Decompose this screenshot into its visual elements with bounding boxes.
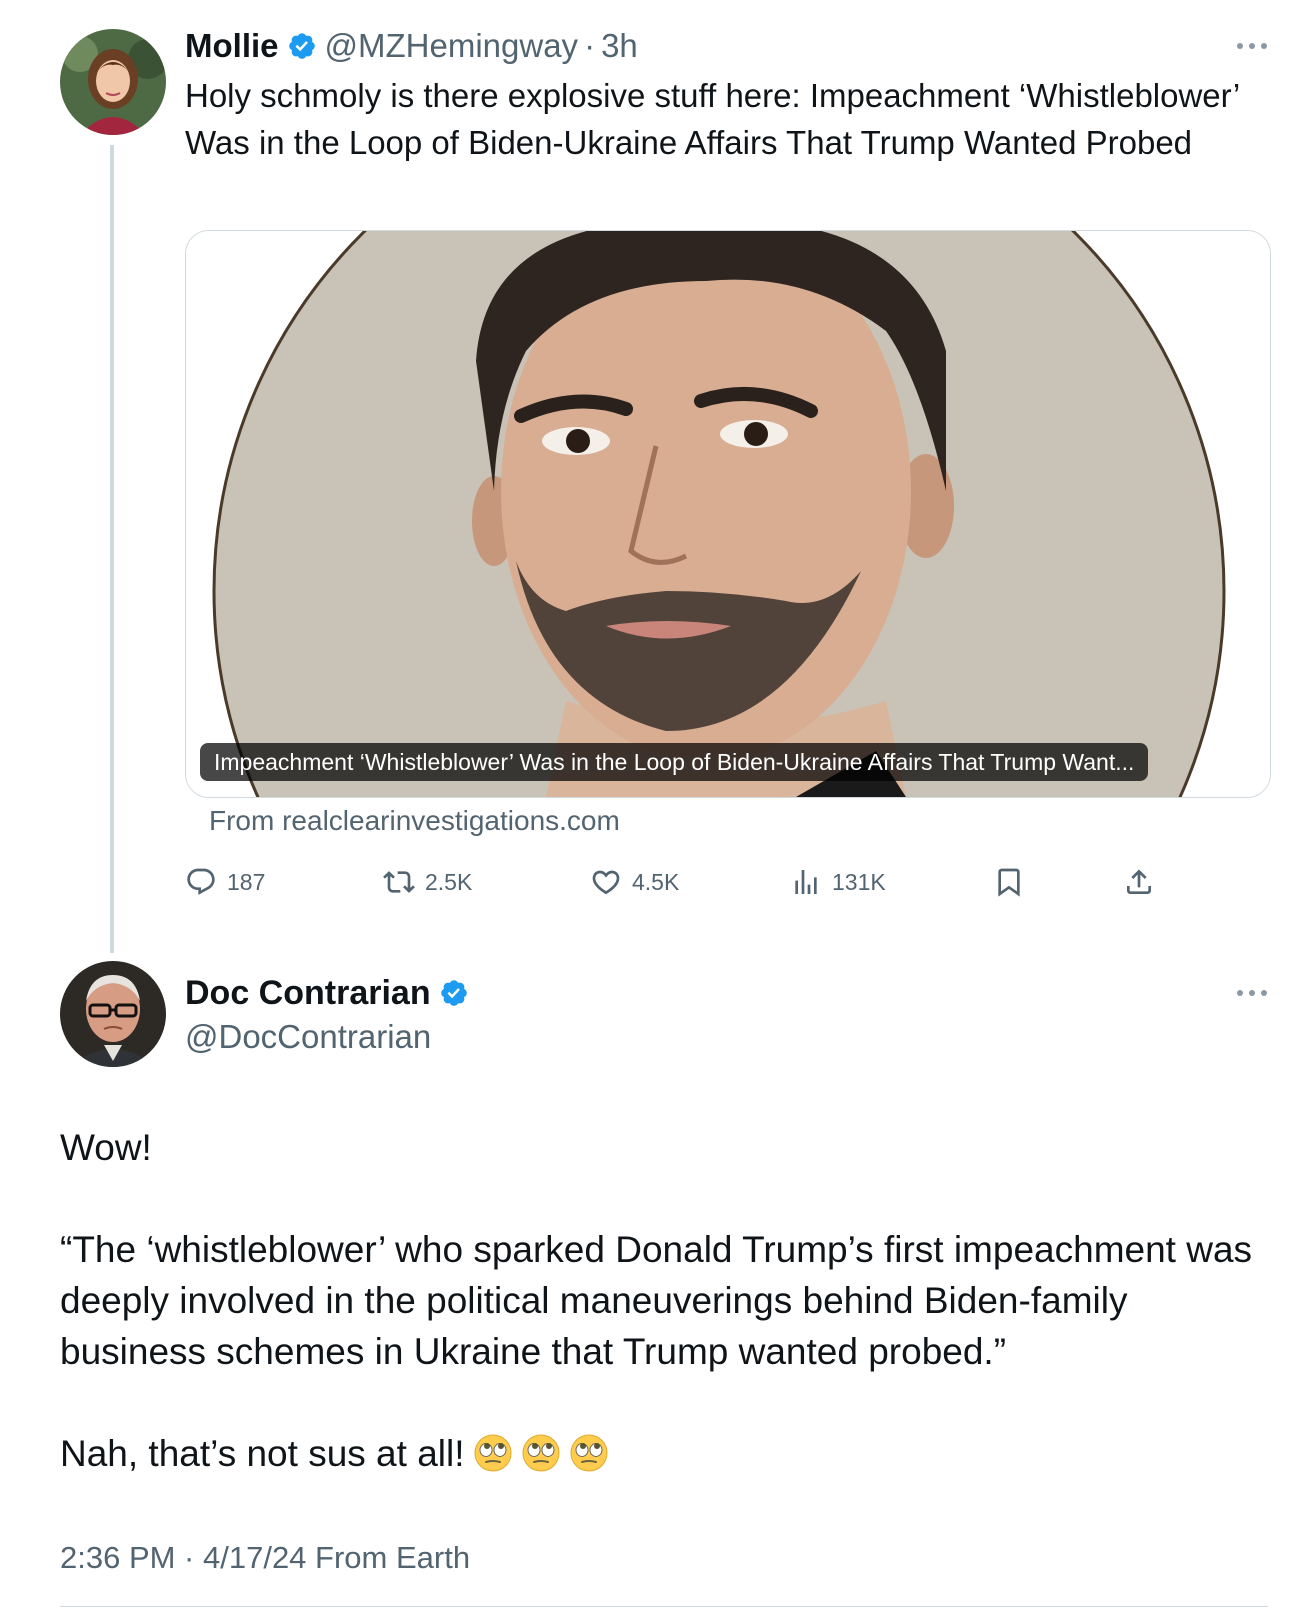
divider xyxy=(60,1606,1268,1607)
share-button[interactable] xyxy=(1123,862,1165,902)
author-handle[interactable]: @DocContrarian xyxy=(185,1014,431,1060)
article-photo xyxy=(186,231,1270,797)
reply-icon xyxy=(187,868,215,895)
tweet-line: Nah, that’s not sus at all! xyxy=(60,1428,1260,1479)
bookmark-icon xyxy=(998,868,1020,897)
verified-badge-icon xyxy=(439,978,469,1008)
reply-tweet-text: Wow! “The ‘whistleblower’ who sparked Do… xyxy=(60,1122,1260,1479)
tweet-line: Wow! xyxy=(60,1127,152,1168)
link-preview-card[interactable]: Impeachment ‘Whistleblower’ Was in the L… xyxy=(185,230,1271,798)
tweet-timestamp[interactable]: 2:36 PM · 4/17/24 From Earth xyxy=(60,1540,470,1576)
heart-icon xyxy=(592,870,620,895)
bookmark-button[interactable] xyxy=(993,862,1035,902)
like-count: 4.5K xyxy=(632,868,680,895)
verified-badge-icon xyxy=(287,31,317,61)
reply-count: 187 xyxy=(227,868,266,895)
tweet-line-text: Nah, that’s not sus at all! xyxy=(60,1433,465,1474)
repost-button[interactable]: 2.5K xyxy=(383,862,472,902)
more-options-icon[interactable] xyxy=(1237,983,1267,1003)
thread-connector-line xyxy=(110,145,114,953)
eye-roll-emoji xyxy=(521,1433,561,1473)
author-avatar-mollie[interactable] xyxy=(60,29,166,135)
eye-roll-emoji xyxy=(473,1433,513,1473)
views-button[interactable]: 131K xyxy=(790,862,886,902)
share-icon xyxy=(1127,869,1151,894)
views-chart-icon xyxy=(795,870,817,894)
card-source-domain[interactable]: From realclearinvestigations.com xyxy=(209,805,620,837)
like-button[interactable]: 4.5K xyxy=(590,862,679,902)
views-count: 131K xyxy=(832,868,886,895)
author-avatar-doc-contrarian[interactable] xyxy=(60,961,166,1067)
tweet-action-bar: 187 2.5K 4.5K 131K xyxy=(185,862,1185,902)
more-options-icon[interactable] xyxy=(1237,36,1267,56)
tweet-quote: “The ‘whistleblower’ who sparked Donald … xyxy=(60,1229,1253,1372)
author-handle[interactable]: @MZHemingway xyxy=(325,27,579,65)
parent-tweet-header: Mollie @MZHemingway · 3h xyxy=(185,24,638,68)
repost-count: 2.5K xyxy=(425,868,473,895)
separator-dot: · xyxy=(584,27,596,64)
author-name[interactable]: Doc Contrarian xyxy=(185,974,431,1013)
card-caption: Impeachment ‘Whistleblower’ Was in the L… xyxy=(200,743,1149,781)
reply-tweet-header: Doc Contrarian xyxy=(185,970,477,1016)
repost-icon xyxy=(383,871,415,893)
reply-button[interactable]: 187 xyxy=(185,862,265,902)
author-name[interactable]: Mollie xyxy=(185,27,279,65)
eye-roll-emoji xyxy=(569,1433,609,1473)
parent-tweet-text: Holy schmoly is there explosive stuff he… xyxy=(185,77,1239,161)
tweet-time[interactable]: 3h xyxy=(601,27,638,65)
